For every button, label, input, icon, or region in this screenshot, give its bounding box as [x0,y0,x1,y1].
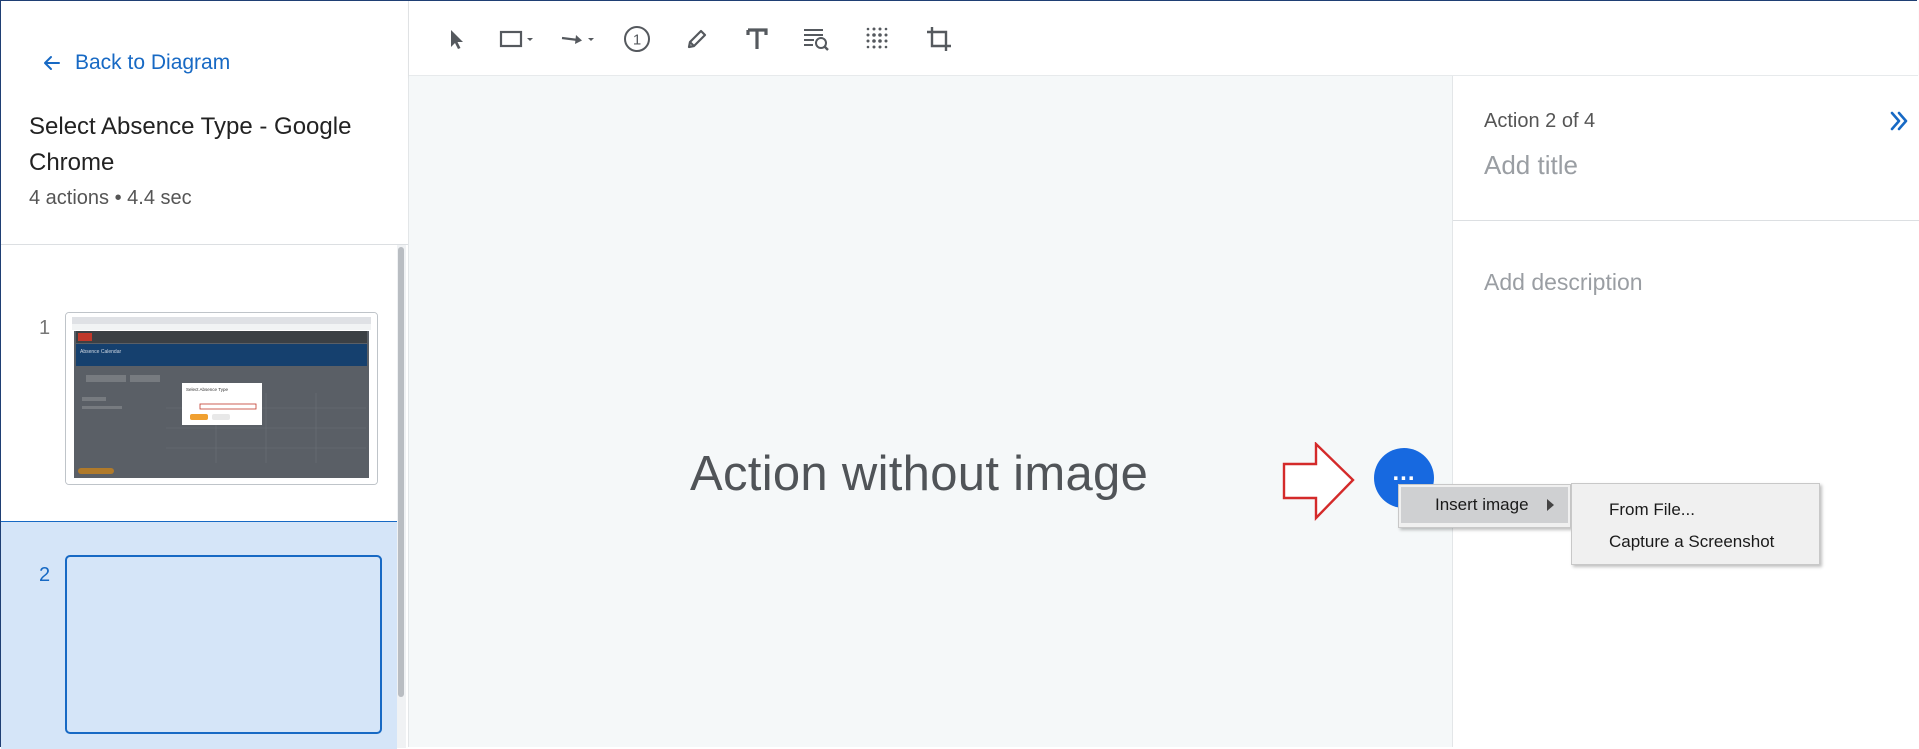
action-item-1[interactable]: 1 Select Absence Type Absence Calendar [1,245,397,521]
submenu-arrow-icon [1547,499,1554,511]
from-file-menu-item[interactable]: From File... [1574,493,1817,526]
scrollbar-thumb[interactable] [398,247,404,697]
arrow-left-icon [44,56,60,70]
rectangle-tool-button[interactable] [495,21,545,57]
insert-image-menu-item[interactable]: Insert image [1401,487,1568,523]
menu-item-label: From File... [1609,499,1695,519]
magnify-text-tool-button[interactable] [796,21,836,57]
text-icon [746,28,768,49]
action-thumbnail[interactable]: Select Absence Type Absence Calendar [65,312,378,485]
menu-item-label: Capture a Screenshot [1609,531,1775,551]
step-number-tool-button[interactable]: 1 [617,21,657,57]
blur-tool-button[interactable] [858,21,898,57]
step-number-icon: 1 [624,26,650,52]
select-icon [451,30,463,49]
more-icon: ... [1392,459,1416,486]
arrow-tool-button[interactable] [556,21,606,57]
insert-image-submenu: From File... Capture a Screenshot [1571,483,1820,565]
select-tool-button[interactable] [437,21,477,57]
rectangle-icon [499,30,533,48]
action-thumbnail-empty[interactable] [65,555,382,734]
capture-screenshot-menu-item[interactable]: Capture a Screenshot [1574,525,1817,558]
action-number: 2 [39,564,51,586]
magnify-text-icon [804,29,829,51]
menu-item-label: Insert image [1435,495,1529,514]
thumbnail-app-heading: Absence Calendar [80,349,121,355]
context-menu: Insert image [1398,484,1571,528]
sidebar-scrollbar[interactable] [397,245,406,748]
description-input[interactable]: Add description [1484,269,1643,296]
red-arrow-annotation [1282,442,1355,521]
pen-tool-button[interactable] [677,21,717,57]
arrow-line-icon [561,35,594,44]
text-tool-button[interactable] [737,21,777,57]
screenshot-thumbnail-image: Select Absence Type Absence Calendar [66,313,377,484]
crop-tool-button[interactable] [919,21,959,57]
screenshot-canvas[interactable]: Action without image [409,76,1452,747]
divider [1453,220,1919,221]
annotation-toolbar: 1 [409,1,1918,76]
back-label: Back to Diagram [75,51,231,74]
pen-icon [687,29,707,49]
action-item-2[interactable]: 2 [1,521,397,749]
no-image-placeholder: Action without image [690,447,1149,501]
recording-title: Select Absence Type - Google Chrome [29,113,352,176]
action-number: 1 [39,317,51,339]
recording-meta: 4 actions • 4.4 sec [29,187,192,209]
crop-icon [927,27,951,51]
thumbnail-dialog-title: Select Absence Type [186,387,228,392]
svg-text:1: 1 [633,32,641,49]
collapse-panel-icon[interactable] [1888,110,1910,132]
blur-icon [866,27,888,49]
action-list: 1 Select Absence Type Absence Calendar 2 [1,245,408,749]
back-to-diagram-link[interactable]: Back to Diagram [43,51,230,75]
action-details-panel: Action 2 of 4 Add title Add description [1452,76,1919,747]
action-counter: Action 2 of 4 [1484,110,1596,132]
actions-sidebar: Back to Diagram Select Absence Type - Go… [1,1,409,749]
title-input[interactable]: Add title [1484,150,1578,181]
